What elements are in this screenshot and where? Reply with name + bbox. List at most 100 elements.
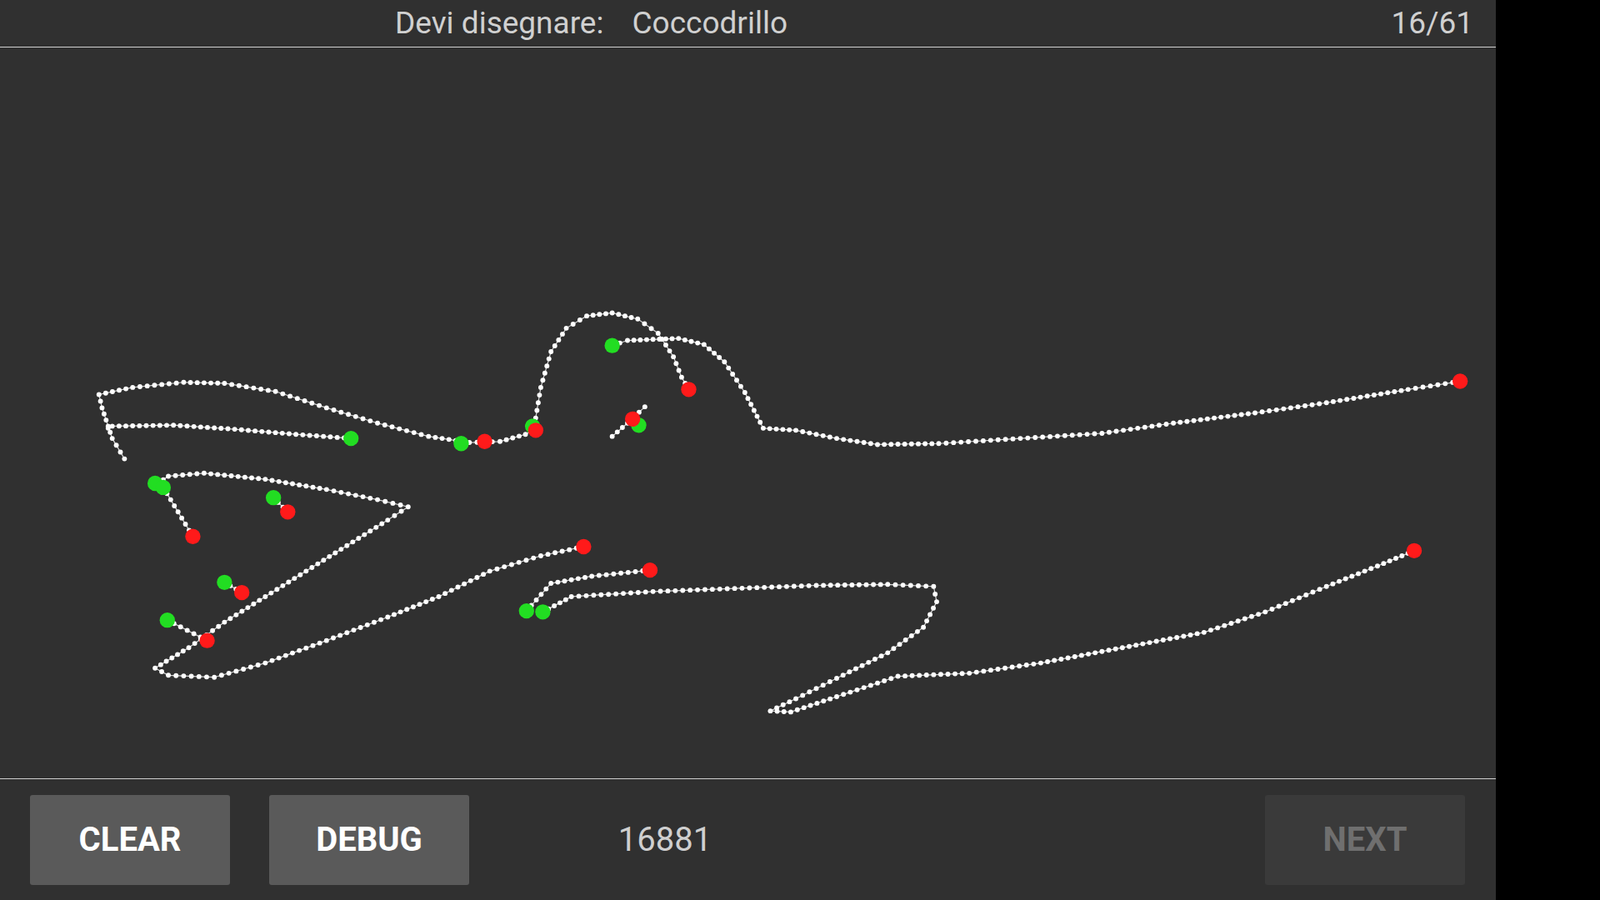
- stroke-point: [1208, 627, 1214, 633]
- stroke-point: [205, 425, 210, 430]
- stroke-point: [1047, 434, 1053, 440]
- stroke-point: [442, 590, 448, 596]
- stroke-point: [1343, 576, 1349, 582]
- start-dot: [343, 430, 359, 446]
- stroke-point: [258, 386, 264, 392]
- stroke-point: [769, 585, 775, 590]
- stroke-point: [326, 554, 332, 560]
- stroke-point: [1378, 391, 1384, 397]
- stroke-point: [221, 472, 227, 478]
- action-button[interactable]: CLEAR: [30, 795, 230, 885]
- stroke-point: [1435, 382, 1440, 388]
- stroke-point: [227, 615, 233, 621]
- stroke-point: [895, 441, 901, 447]
- stroke-point: [1310, 402, 1315, 408]
- stroke-point: [930, 584, 936, 590]
- stroke-point: [658, 589, 664, 595]
- stroke-point: [860, 663, 865, 669]
- stroke-point: [516, 433, 522, 439]
- stroke-point: [303, 483, 309, 489]
- stroke-point: [663, 336, 669, 342]
- stroke-point: [164, 422, 170, 428]
- stroke-point: [742, 390, 748, 395]
- action-button[interactable]: DEBUG: [269, 795, 470, 885]
- stroke-point: [780, 426, 785, 432]
- stroke-point: [687, 587, 693, 593]
- stroke-point: [806, 689, 812, 695]
- stroke-point: [881, 441, 887, 447]
- stroke-point: [405, 504, 411, 510]
- stroke-point: [706, 346, 712, 352]
- stroke-point: [1428, 383, 1434, 389]
- stroke-point: [1160, 637, 1166, 643]
- stroke-point: [417, 601, 423, 607]
- stroke-point: [1154, 639, 1160, 645]
- stroke-point: [1252, 410, 1258, 416]
- stroke-point: [169, 655, 175, 661]
- stroke-point: [546, 356, 552, 362]
- next-button[interactable]: NEXT: [1265, 795, 1465, 885]
- stroke: [96, 380, 539, 462]
- stroke-point: [842, 582, 848, 588]
- stroke-line: [155, 473, 584, 678]
- prompt-label: Devi disegnare:: [395, 0, 604, 47]
- stroke-point: [265, 387, 271, 393]
- stroke-point: [538, 553, 544, 559]
- stroke-point: [793, 696, 799, 702]
- stroke-point: [449, 587, 455, 593]
- stroke-point: [635, 590, 641, 595]
- stroke-point: [1337, 398, 1343, 404]
- stroke-point: [100, 405, 105, 410]
- stroke-point: [828, 582, 834, 588]
- stroke-point: [569, 594, 575, 600]
- stroke-point: [535, 400, 541, 405]
- stroke-point: [564, 325, 570, 331]
- stroke-point: [757, 420, 763, 425]
- stroke-point: [530, 555, 536, 561]
- drawing-canvas[interactable]: [0, 47, 1496, 779]
- stroke-point: [524, 557, 530, 563]
- stroke-point: [367, 528, 373, 534]
- stroke-point: [103, 390, 109, 396]
- stroke-point: [1399, 553, 1405, 559]
- stroke-point: [1002, 665, 1008, 671]
- stroke-point: [566, 547, 572, 553]
- stroke-point: [1368, 565, 1374, 571]
- stroke-line: [612, 338, 1460, 445]
- bottom-bar: CLEARDEBUG 16881 NEXT: [0, 778, 1496, 900]
- stroke-point: [952, 671, 958, 677]
- stroke-point: [1114, 429, 1120, 435]
- stroke-point: [569, 577, 575, 583]
- stroke: [152, 470, 586, 680]
- stroke-point: [367, 495, 373, 501]
- stroke-point: [232, 426, 238, 432]
- stroke-point: [1170, 420, 1176, 426]
- stroke-point: [644, 337, 650, 343]
- stroke-point: [495, 566, 500, 572]
- stroke-point: [885, 650, 890, 655]
- stroke-point: [180, 472, 185, 478]
- stroke-point: [965, 439, 971, 445]
- stroke-point: [283, 653, 289, 659]
- stroke-point: [396, 426, 402, 432]
- stroke-point: [795, 707, 800, 713]
- stroke-point: [185, 423, 190, 429]
- stroke-point: [367, 418, 373, 424]
- end-dot: [185, 529, 200, 545]
- stroke-point: [655, 330, 661, 336]
- stroke-point: [1040, 435, 1045, 440]
- progress-label: 16/61: [1391, 0, 1474, 47]
- stroke-point: [175, 651, 180, 657]
- stroke-point: [365, 622, 370, 628]
- stroke-point: [270, 478, 275, 484]
- stroke-point: [98, 398, 104, 404]
- stroke-line: [99, 382, 536, 460]
- stroke-point: [806, 583, 812, 589]
- end-dot: [642, 562, 658, 578]
- stroke-point: [1365, 393, 1370, 399]
- stroke-point: [215, 380, 220, 386]
- stroke-point: [211, 425, 217, 431]
- stroke-point: [613, 591, 619, 597]
- next-label: NEXT: [1323, 815, 1408, 865]
- stroke-point: [563, 597, 569, 603]
